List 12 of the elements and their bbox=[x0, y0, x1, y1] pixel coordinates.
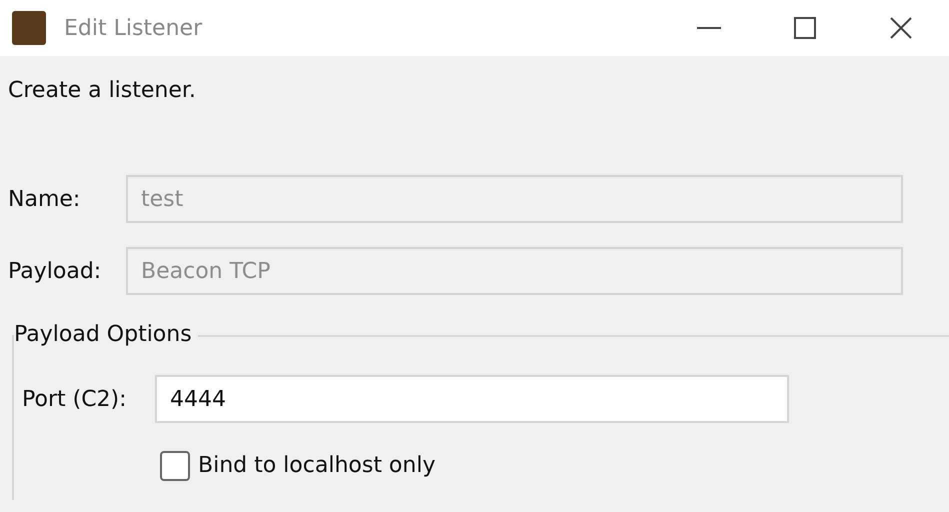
description-text: Create a listener. bbox=[7, 77, 197, 105]
app-icon bbox=[12, 11, 46, 45]
close-icon bbox=[890, 17, 912, 39]
text-field[interactable]: 4444 bbox=[155, 375, 789, 423]
field-label: Name: bbox=[7, 186, 82, 214]
maximize-icon bbox=[794, 17, 816, 39]
field-label: Payload: bbox=[7, 258, 102, 286]
minimize-icon bbox=[697, 26, 721, 30]
field-label: Port (C2): bbox=[21, 386, 128, 414]
checkbox-label: Bind to localhost only bbox=[198, 452, 436, 480]
checkbox[interactable] bbox=[160, 450, 190, 480]
window-title: Edit Listener bbox=[64, 14, 202, 42]
